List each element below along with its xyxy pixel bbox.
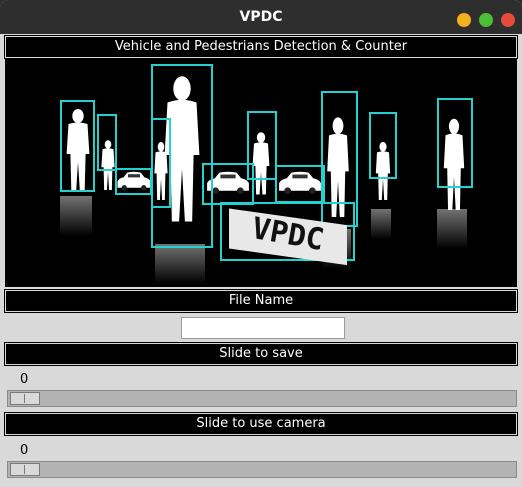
maximize-button[interactable] xyxy=(479,13,493,27)
save-slider-thumb[interactable] xyxy=(10,392,40,405)
file-name-label: File Name xyxy=(4,289,518,313)
app-header-label: Vehicle and Pedestrians Detection & Coun… xyxy=(4,35,518,59)
file-name-input[interactable] xyxy=(181,317,345,339)
title-bar[interactable]: VPDC xyxy=(0,0,522,34)
close-button[interactable] xyxy=(501,13,515,27)
camera-slider-value: 0 xyxy=(20,443,29,458)
camera-slider[interactable] xyxy=(7,461,517,478)
camera-slider-thumb[interactable] xyxy=(10,463,40,476)
vehicle-silhouettes xyxy=(117,171,321,195)
window-title: VPDC xyxy=(239,9,283,25)
save-slider[interactable] xyxy=(7,390,517,407)
camera-slider-label: Slide to use camera xyxy=(4,412,518,436)
banner-image: VPDC xyxy=(5,59,517,287)
minimize-button[interactable] xyxy=(457,13,471,27)
save-slider-value: 0 xyxy=(20,372,29,387)
app-window: VPDC Vehicle and Pedestrians Detection &… xyxy=(0,0,522,487)
save-slider-label: Slide to save xyxy=(4,342,518,366)
main-content: Vehicle and Pedestrians Detection & Coun… xyxy=(0,34,522,487)
pedestrian-silhouettes xyxy=(66,76,465,222)
